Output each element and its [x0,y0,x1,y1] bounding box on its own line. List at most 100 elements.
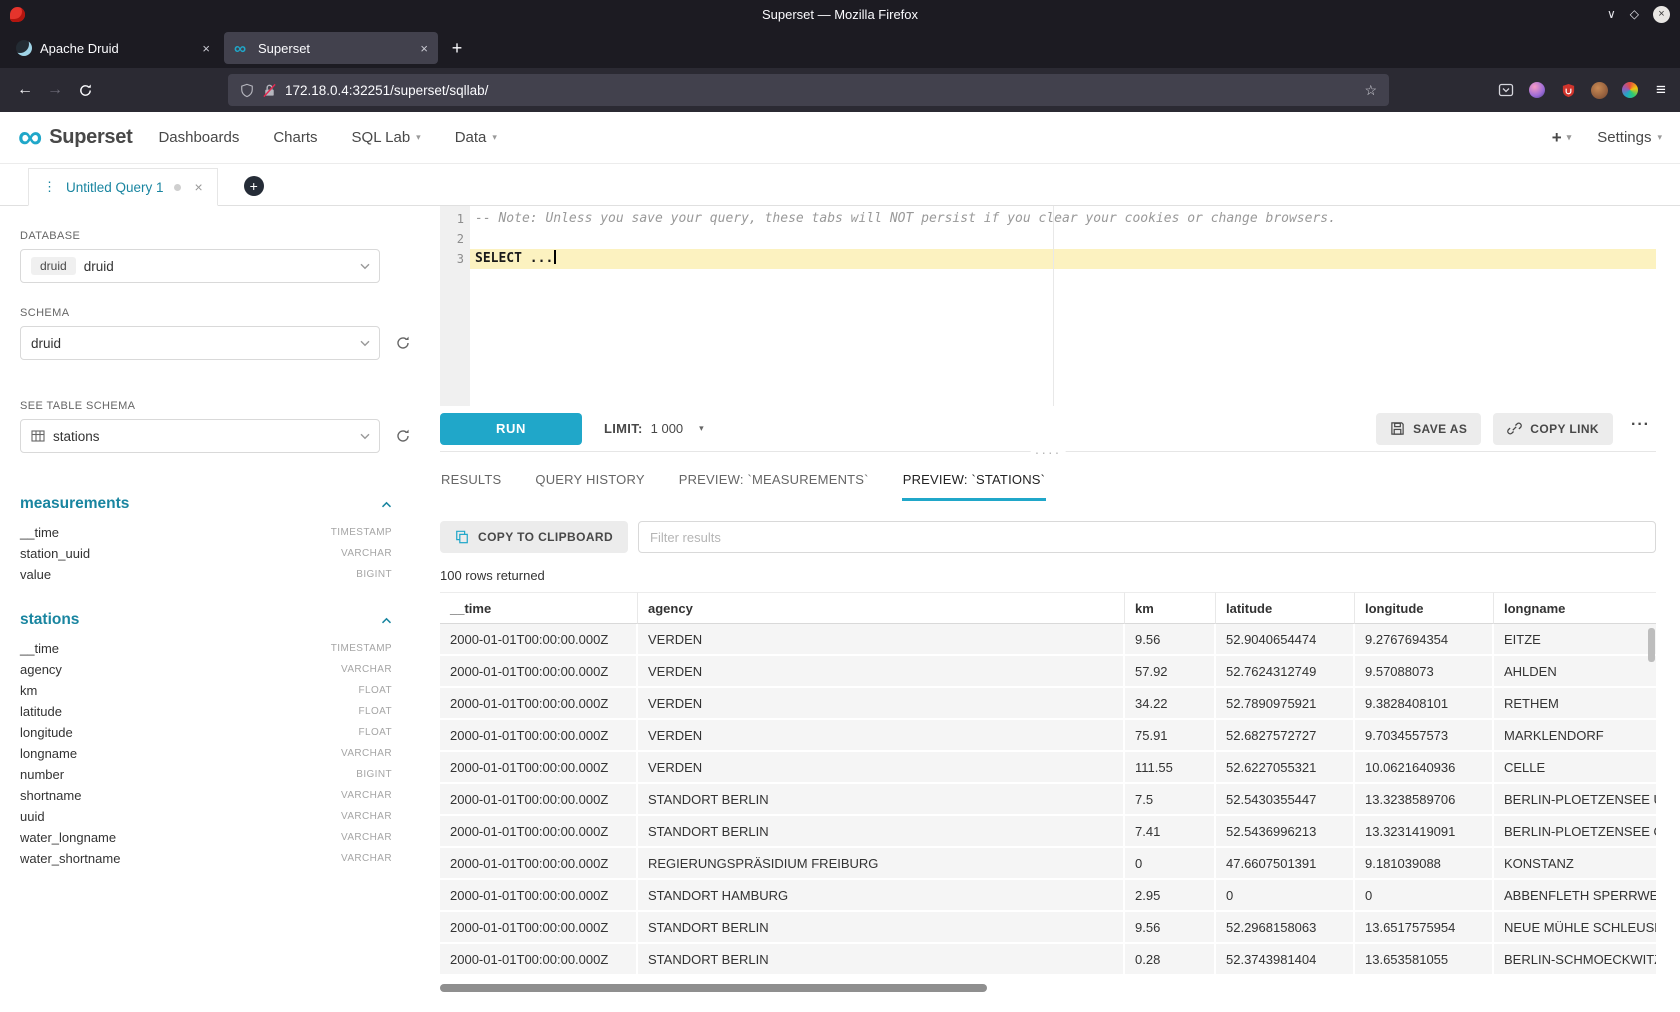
table-row: 2000-01-01T00:00:00.000Z STANDORT BERLIN… [440,784,1656,816]
cell-time: 2000-01-01T00:00:00.000Z [440,880,638,912]
horizontal-scrollbar-thumb[interactable] [440,984,987,992]
cell-km: 9.56 [1125,912,1216,944]
column-type: VARCHAR [341,548,392,559]
sql-editor[interactable]: 1 2 3 -- Note: Unless you save your quer… [440,206,1656,406]
column-list: __time TIMESTAMP agency VARCHAR km FLOAT [20,638,412,869]
cell-longitude: 9.57088073 [1355,656,1494,688]
column-type: VARCHAR [341,811,392,822]
column-item: water_shortname VARCHAR [20,848,412,869]
cell-km: 2.95 [1125,880,1216,912]
refresh-tables-button[interactable] [394,427,412,445]
tab-query-history[interactable]: QUERY HISTORY [534,466,645,501]
colorful-extension-icon[interactable] [1621,81,1639,99]
url-text: 172.18.0.4:32251/superset/sqllab/ [285,83,1356,98]
query-state-dot [174,184,181,191]
cell-time: 2000-01-01T00:00:00.000Z [440,752,638,784]
nav-charts[interactable]: Charts [273,129,317,146]
add-query-tab-button[interactable]: + [244,176,264,196]
run-button[interactable]: RUN [440,413,582,445]
ublock-icon[interactable] [1559,81,1577,99]
column-type: BIGINT [356,569,392,580]
bookmark-star-icon[interactable]: ☆ [1364,82,1377,99]
column-type: VARCHAR [341,748,392,759]
schema-select[interactable]: druid [20,326,380,360]
column-header-longitude[interactable]: longitude [1355,592,1494,624]
nav-settings[interactable]: Settings ▾ [1597,129,1662,146]
tab-results[interactable]: RESULTS [440,466,502,501]
nav-data[interactable]: Data ▾ [455,129,497,146]
table-section-header[interactable]: stations [20,611,412,629]
query-tab-untitled-query-1[interactable]: ⋮ Untitled Query 1 × [28,168,218,206]
cell-latitude: 47.6607501391 [1216,848,1355,880]
reload-button[interactable] [70,75,100,105]
titlebar: Superset — Mozilla Firefox ∨ ◇ × [0,0,1680,28]
database-select[interactable]: druid druid [20,249,380,283]
tab-close-icon[interactable]: × [420,41,428,56]
copy-link-button[interactable]: COPY LINK [1493,413,1613,445]
cell-latitude: 0 [1216,880,1355,912]
window-close-icon[interactable]: × [1653,6,1670,23]
chevron-up-icon[interactable] [381,501,392,508]
superset-logo-icon: ∞ [18,124,42,151]
limit-dropdown[interactable]: LIMIT: 1 000 ▾ [604,421,704,436]
tab-preview-stations[interactable]: PREVIEW: `STATIONS` [902,466,1046,501]
browser-tab-apache-druid[interactable]: Apache Druid × [6,32,220,64]
insecure-lock-icon[interactable] [262,83,277,98]
query-tab-row: ⋮ Untitled Query 1 × + [0,164,1680,206]
browser-tab-label: Apache Druid [40,41,194,56]
column-header-longname[interactable]: longname [1494,592,1656,624]
column-item: longname VARCHAR [20,743,412,764]
cell-latitude: 52.5436996213 [1216,816,1355,848]
column-item: latitude FLOAT [20,701,412,722]
tab-close-icon[interactable]: × [202,41,210,56]
reload-icon [78,83,93,98]
limit-label: LIMIT: [604,421,643,436]
nav-dashboards[interactable]: Dashboards [158,129,239,146]
cell-latitude: 52.9040654474 [1216,624,1355,656]
table-select[interactable]: stations [20,419,380,453]
save-icon [1390,421,1405,436]
table-vertical-scrollbar[interactable] [1648,628,1655,662]
column-header-km[interactable]: km [1125,592,1216,624]
editor-active-line: SELECT ... [470,249,1656,269]
refresh-schema-button[interactable] [394,334,412,352]
more-options-button[interactable]: ··· [1625,416,1656,442]
chevron-down-icon [360,263,370,270]
filter-results-input[interactable] [638,521,1656,553]
resize-handle[interactable]: ···· [1031,446,1066,458]
table-row: 2000-01-01T00:00:00.000Z REGIERUNGSPRÄSI… [440,848,1656,880]
nav-sql-lab[interactable]: SQL Lab ▾ [352,129,421,146]
query-tab-close-icon[interactable]: × [195,179,203,195]
editor-code-area[interactable]: -- Note: Unless you save your query, the… [470,206,1656,406]
tab-preview-measurements[interactable]: PREVIEW: `MEASUREMENTS` [678,466,870,501]
new-item-button[interactable]: + ▾ [1552,128,1571,148]
copy-to-clipboard-label: COPY TO CLIPBOARD [478,530,613,544]
window-shade-icon[interactable]: ∨ [1607,8,1616,20]
superset-logo[interactable]: ∞ Superset [18,124,132,151]
forward-button[interactable]: → [40,75,70,105]
back-button[interactable]: ← [10,75,40,105]
url-input[interactable]: 172.18.0.4:32251/superset/sqllab/ ☆ [228,74,1389,106]
new-tab-button[interactable]: + [442,33,472,63]
column-header-time[interactable]: __time [440,592,638,624]
line-number: 1 [440,209,464,229]
column-header-agency[interactable]: agency [638,592,1125,624]
pocket-icon[interactable] [1497,81,1515,99]
window-maximize-icon[interactable]: ◇ [1630,8,1639,20]
table-row: 2000-01-01T00:00:00.000Z STANDORT BERLIN… [440,912,1656,944]
browser-tab-superset[interactable]: ∞ Superset × [224,32,438,64]
browser-tab-label: Superset [258,41,412,56]
cell-longname: BERLIN-SCHMOECKWITZ [1494,944,1656,976]
column-header-latitude[interactable]: latitude [1216,592,1355,624]
database-select-value: druid [84,259,114,274]
cell-longname: CELLE [1494,752,1656,784]
table-section-header[interactable]: measurements [20,495,412,513]
account-icon[interactable] [1528,81,1546,99]
column-name: value [20,567,51,582]
extension-icon[interactable] [1590,81,1608,99]
chevron-up-icon[interactable] [381,617,392,624]
save-as-button[interactable]: SAVE AS [1376,413,1481,445]
menu-icon[interactable]: ≡ [1652,81,1670,99]
cell-time: 2000-01-01T00:00:00.000Z [440,848,638,880]
copy-to-clipboard-button[interactable]: COPY TO CLIPBOARD [440,521,628,553]
